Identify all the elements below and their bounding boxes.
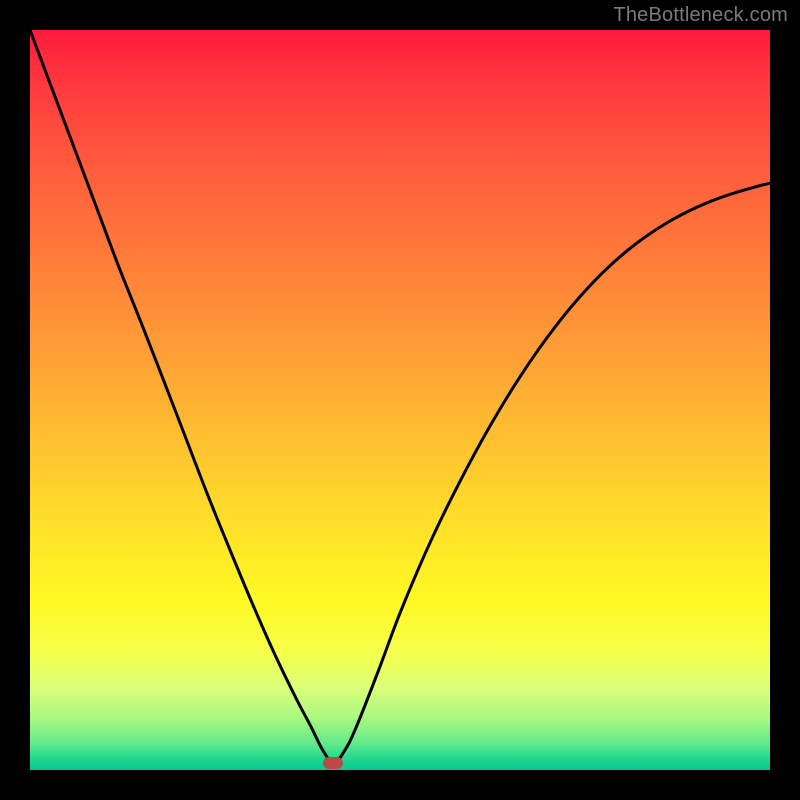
optimal-point-marker bbox=[323, 757, 343, 769]
chart-frame: TheBottleneck.com bbox=[0, 0, 800, 800]
bottleneck-curve bbox=[30, 30, 770, 763]
plot-area bbox=[30, 30, 770, 770]
curve-svg bbox=[30, 30, 770, 770]
watermark-text: TheBottleneck.com bbox=[613, 4, 788, 27]
